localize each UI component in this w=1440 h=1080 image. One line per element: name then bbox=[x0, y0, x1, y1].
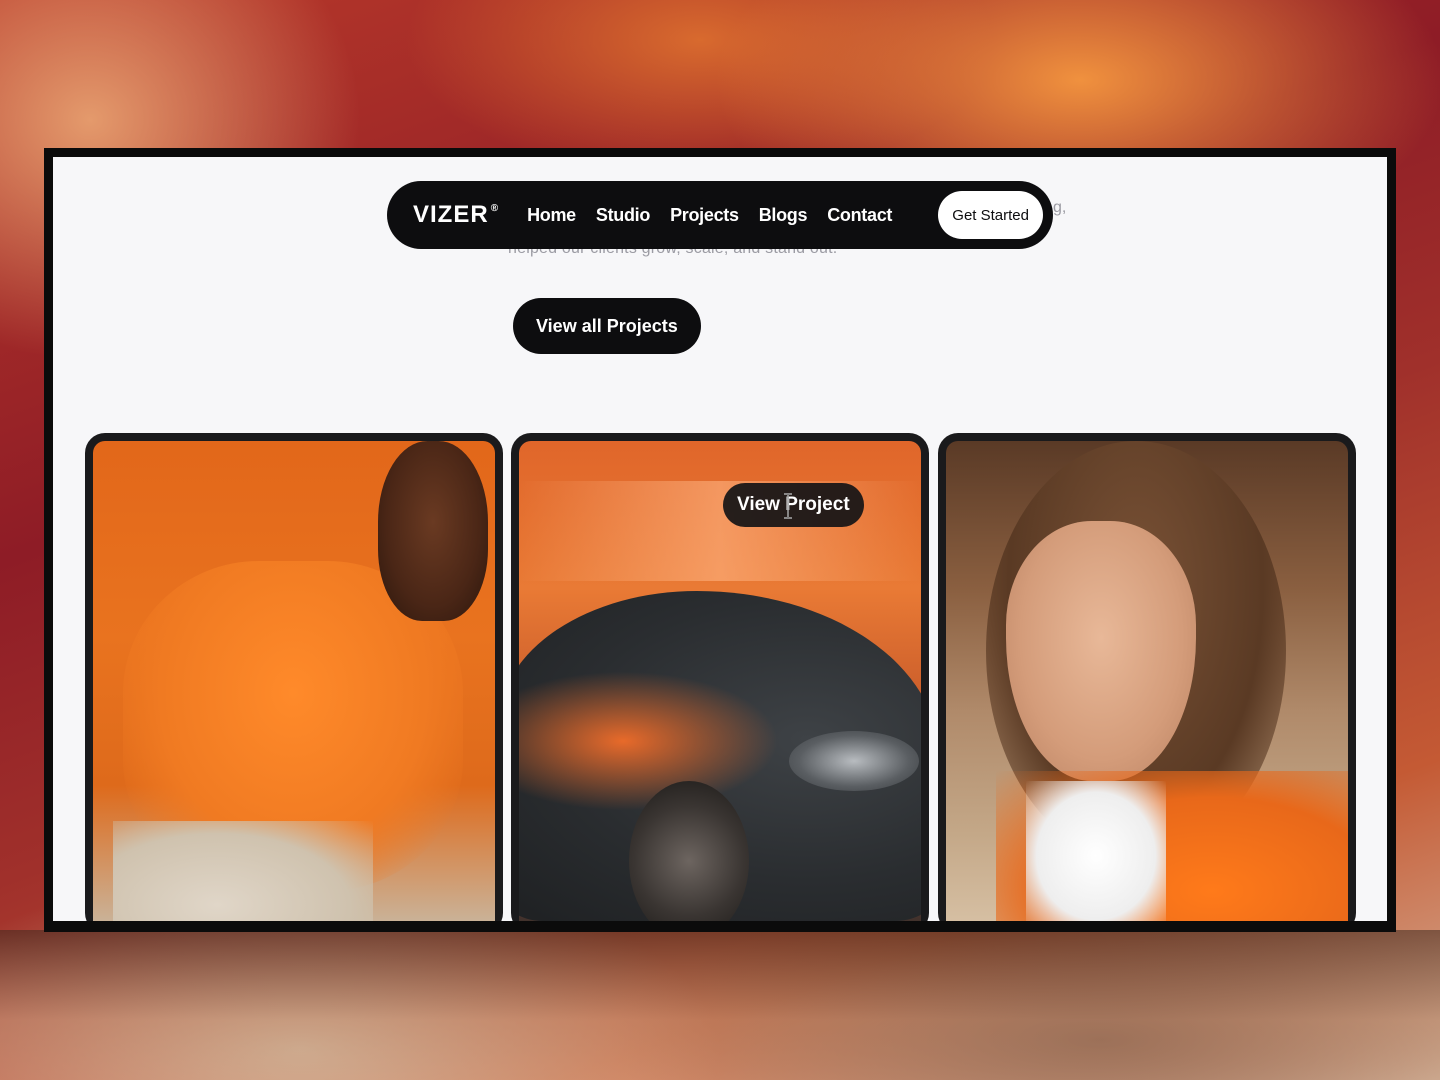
main-navbar: VIZER ® Home Studio Projects Blogs Conta… bbox=[387, 181, 1053, 249]
project-image-portrait bbox=[946, 441, 1348, 921]
image-car-headlight bbox=[789, 731, 919, 791]
hero-subtitle-tail: g, bbox=[1053, 199, 1067, 216]
nav-item-projects[interactable]: Projects bbox=[670, 205, 739, 226]
project-card[interactable] bbox=[85, 433, 503, 921]
nav-item-blogs[interactable]: Blogs bbox=[759, 205, 808, 226]
website-viewport: helped our clients grow, scale, and stan… bbox=[53, 157, 1387, 921]
image-face-shape bbox=[1006, 521, 1196, 781]
nav-item-contact[interactable]: Contact bbox=[827, 205, 892, 226]
nav-item-studio[interactable]: Studio bbox=[596, 205, 650, 226]
nav-links: Home Studio Projects Blogs Contact bbox=[527, 205, 938, 226]
registered-mark: ® bbox=[490, 203, 500, 214]
project-image-car: View Project bbox=[519, 441, 921, 921]
view-project-button[interactable]: View Project bbox=[723, 483, 864, 527]
image-legs-shape bbox=[113, 821, 373, 921]
project-card[interactable] bbox=[938, 433, 1356, 921]
image-shirt-shape bbox=[1026, 781, 1166, 921]
get-started-button[interactable]: Get Started bbox=[938, 191, 1043, 239]
project-card[interactable]: View Project bbox=[511, 433, 929, 921]
screen-frame: helped our clients grow, scale, and stan… bbox=[44, 148, 1396, 932]
background-strip bbox=[0, 930, 1440, 1080]
image-face-shape bbox=[378, 441, 488, 621]
image-car-reflection bbox=[519, 671, 779, 811]
project-image-runner bbox=[93, 441, 495, 921]
nav-item-home[interactable]: Home bbox=[527, 205, 576, 226]
view-all-projects-button[interactable]: View all Projects bbox=[513, 298, 701, 354]
brand-logo[interactable]: VIZER ® bbox=[413, 201, 499, 229]
brand-name: VIZER bbox=[413, 201, 489, 228]
